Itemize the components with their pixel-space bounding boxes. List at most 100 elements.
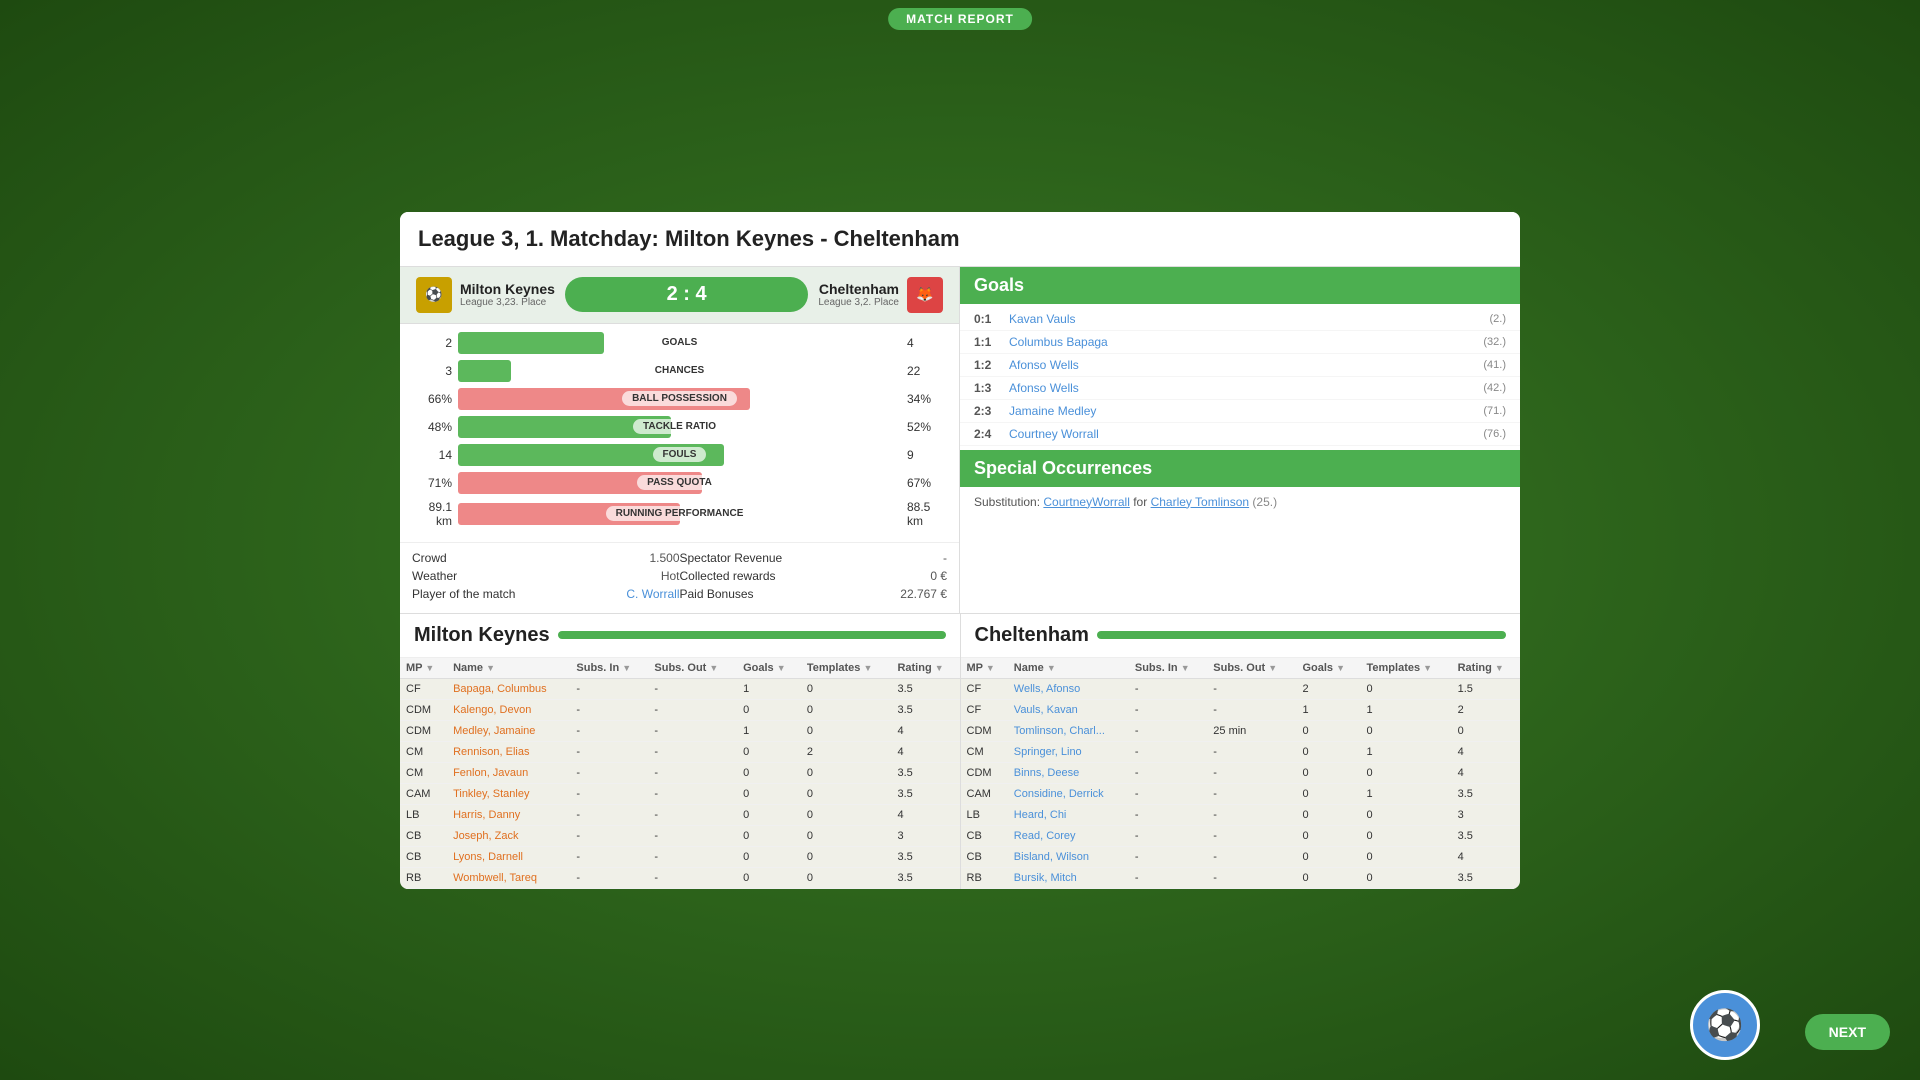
table-row[interactable]: RB Bursik, Mitch - - 0 0 3.5 (961, 867, 1521, 888)
away-team-table-header: Cheltenham (961, 614, 1521, 658)
table-row[interactable]: CF Wells, Afonso - - 2 0 1.5 (961, 678, 1521, 699)
home-team-table-header: Milton Keynes (400, 614, 960, 658)
player-name[interactable]: Bursik, Mitch (1008, 867, 1129, 888)
player-name[interactable]: Lyons, Darnell (447, 846, 570, 867)
player-subs-out: - (1207, 699, 1296, 720)
player-name[interactable]: Binns, Deese (1008, 762, 1129, 783)
player-goals: 0 (1296, 720, 1360, 741)
player-name[interactable]: Springer, Lino (1008, 741, 1129, 762)
player-subs-out: - (648, 699, 737, 720)
stat-label-text: PASS QUOTA (637, 475, 722, 490)
goal-minute: (2.) (1490, 313, 1507, 325)
substitution-player2[interactable]: Charley Tomlinson (1151, 495, 1250, 509)
goal-player[interactable]: Columbus Bapaga (1009, 335, 1483, 349)
goal-player[interactable]: Courtney Worrall (1009, 427, 1483, 441)
player-name[interactable]: Tomlinson, Charl... (1008, 720, 1129, 741)
player-rating: 3.5 (1452, 783, 1520, 804)
player-rating: 3 (891, 825, 959, 846)
mascot: ⚽ (1690, 990, 1760, 1060)
table-row[interactable]: CB Bisland, Wilson - - 0 0 4 (961, 846, 1521, 867)
away-col-subs-in: Subs. In ▼ (1129, 658, 1207, 679)
table-row[interactable]: RB Wombwell, Tareq - - 0 0 3.5 (400, 867, 960, 888)
stat-left-value: 89.1 km (412, 500, 452, 528)
stat-row: 14FOULS9 (412, 444, 947, 466)
stat-label: CHANCES (458, 360, 901, 382)
table-row[interactable]: LB Harris, Danny - - 0 0 4 (400, 804, 960, 825)
paid-bonuses-row: Paid Bonuses 22.767 € (680, 587, 948, 601)
match-report-button[interactable]: MATCH REPORT (888, 8, 1032, 30)
table-row[interactable]: CDM Kalengo, Devon - - 0 0 3.5 (400, 699, 960, 720)
player-templates: 0 (801, 867, 892, 888)
table-row[interactable]: CDM Medley, Jamaine - - 1 0 4 (400, 720, 960, 741)
goal-player[interactable]: Jamaine Medley (1009, 404, 1483, 418)
table-row[interactable]: CF Vauls, Kavan - - 1 1 2 (961, 699, 1521, 720)
player-pos: CF (961, 699, 1008, 720)
crowd-value: 1.500 (649, 551, 679, 565)
right-panel: Goals 0:1Kavan Vauls(2.)1:1Columbus Bapa… (960, 267, 1520, 613)
table-row[interactable]: CM Springer, Lino - - 0 1 4 (961, 741, 1521, 762)
teams-row: Milton Keynes MP ▼ Name ▼ Subs. In ▼ Sub… (400, 613, 1520, 889)
stat-bar-container: BALL POSSESSION (458, 388, 901, 410)
away-col-templates: Templates ▼ (1361, 658, 1452, 679)
goal-player[interactable]: Afonso Wells (1009, 358, 1483, 372)
table-row[interactable]: CAM Tinkley, Stanley - - 0 0 3.5 (400, 783, 960, 804)
player-name[interactable]: Medley, Jamaine (447, 720, 570, 741)
player-rating: 3.5 (891, 678, 959, 699)
player-name[interactable]: Vauls, Kavan (1008, 699, 1129, 720)
home-team-name-block: Milton Keynes League 3,23. Place (460, 281, 555, 308)
table-row[interactable]: CM Rennison, Elias - - 0 2 4 (400, 741, 960, 762)
player-name[interactable]: Heard, Chi (1008, 804, 1129, 825)
table-row[interactable]: CF Bapaga, Columbus - - 1 0 3.5 (400, 678, 960, 699)
player-templates: 0 (801, 825, 892, 846)
player-templates: 0 (1361, 762, 1452, 783)
player-pos: LB (961, 804, 1008, 825)
player-subs-out: - (1207, 825, 1296, 846)
player-goals: 0 (1296, 741, 1360, 762)
player-name[interactable]: Joseph, Zack (447, 825, 570, 846)
table-row[interactable]: LB Heard, Chi - - 0 0 3 (961, 804, 1521, 825)
player-pos: CDM (400, 699, 447, 720)
player-name[interactable]: Considine, Derrick (1008, 783, 1129, 804)
stat-label: BALL POSSESSION (458, 388, 901, 410)
player-name[interactable]: Harris, Danny (447, 804, 570, 825)
table-row[interactable]: CB Read, Corey - - 0 0 3.5 (961, 825, 1521, 846)
player-subs-out: - (1207, 762, 1296, 783)
player-name[interactable]: Bisland, Wilson (1008, 846, 1129, 867)
stat-left-value: 2 (412, 336, 452, 350)
player-name[interactable]: Wells, Afonso (1008, 678, 1129, 699)
goals-header: Goals (960, 267, 1520, 304)
next-button[interactable]: NEXT (1805, 1014, 1890, 1050)
player-name[interactable]: Rennison, Elias (447, 741, 570, 762)
player-match-value[interactable]: C. Worrall (626, 587, 679, 601)
player-rating: 4 (891, 804, 959, 825)
table-row[interactable]: CB Joseph, Zack - - 0 0 3 (400, 825, 960, 846)
player-name[interactable]: Wombwell, Tareq (447, 867, 570, 888)
table-row[interactable]: CDM Binns, Deese - - 0 0 4 (961, 762, 1521, 783)
player-name[interactable]: Kalengo, Devon (447, 699, 570, 720)
player-goals: 0 (1296, 825, 1360, 846)
table-row[interactable]: CM Fenlon, Javaun - - 0 0 3.5 (400, 762, 960, 783)
stat-row: 66%BALL POSSESSION34% (412, 388, 947, 410)
goal-minute: (41.) (1483, 359, 1506, 371)
away-col-rating: Rating ▼ (1452, 658, 1520, 679)
goal-player[interactable]: Afonso Wells (1009, 381, 1483, 395)
table-row[interactable]: CAM Considine, Derrick - - 0 1 3.5 (961, 783, 1521, 804)
away-col-subs-out: Subs. Out ▼ (1207, 658, 1296, 679)
player-goals: 0 (737, 762, 801, 783)
player-subs-out: - (648, 783, 737, 804)
table-row[interactable]: CB Lyons, Darnell - - 0 0 3.5 (400, 846, 960, 867)
special-occurrences-content: Substitution: CourtneyWorrall for Charle… (960, 487, 1520, 517)
player-name[interactable]: Read, Corey (1008, 825, 1129, 846)
player-name[interactable]: Tinkley, Stanley (447, 783, 570, 804)
stat-right-value: 52% (907, 420, 947, 434)
player-rating: 3.5 (1452, 867, 1520, 888)
player-rating: 0 (1452, 720, 1520, 741)
player-name[interactable]: Fenlon, Javaun (447, 762, 570, 783)
table-row[interactable]: CDM Tomlinson, Charl... - 25 min 0 0 0 (961, 720, 1521, 741)
substitution-player1[interactable]: CourtneyWorrall (1043, 495, 1129, 509)
away-team-badge: 🦊 (907, 277, 943, 313)
player-goals: 2 (1296, 678, 1360, 699)
player-name[interactable]: Bapaga, Columbus (447, 678, 570, 699)
player-subs-out: - (648, 741, 737, 762)
goal-player[interactable]: Kavan Vauls (1009, 312, 1490, 326)
